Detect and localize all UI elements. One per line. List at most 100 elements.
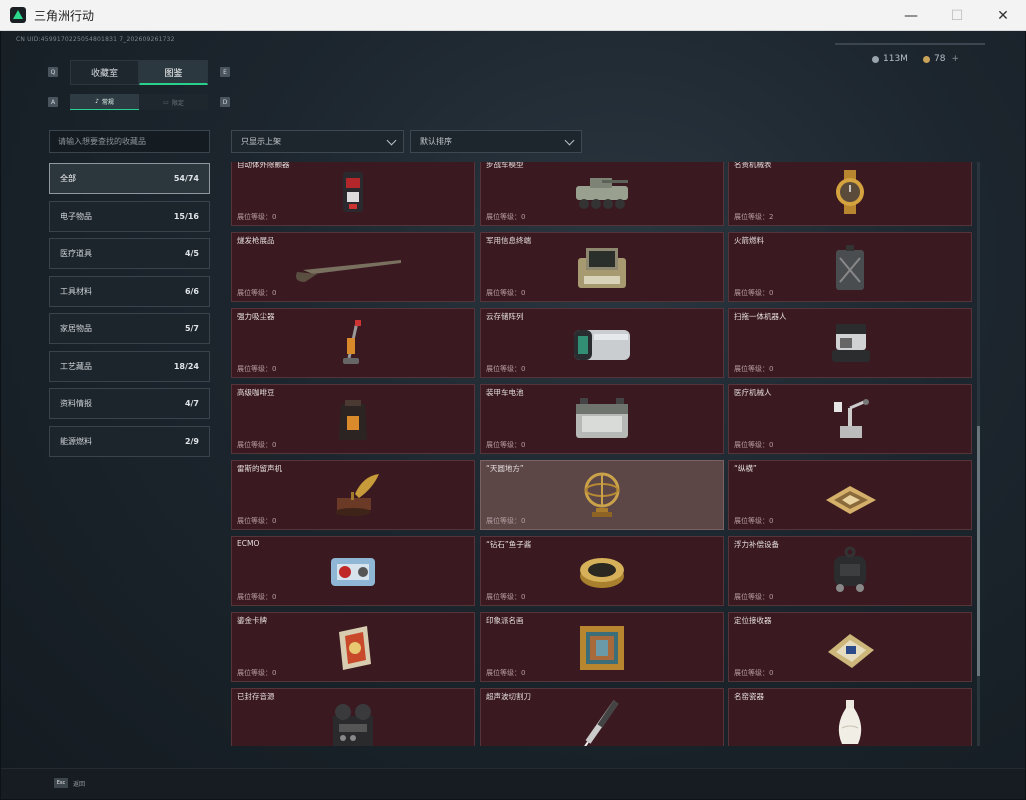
vase-icon [820, 698, 880, 746]
category-item[interactable]: 资料情报 4/7 [49, 388, 210, 419]
display-level-value: 0 [521, 593, 526, 601]
add-currency-button[interactable]: + [951, 54, 959, 64]
item-name: 雷斯的留声机 [237, 464, 282, 473]
scrollbar-thumb[interactable] [977, 426, 980, 676]
display-level: 展位等级：0 [237, 592, 276, 602]
collection-card[interactable]: 云存储阵列展位等级：0 [480, 308, 724, 378]
collection-card[interactable]: 鎏金卡牌 展位等级：0 [231, 612, 475, 682]
maximize-button[interactable]: ☐ [934, 0, 980, 31]
display-level-value: 0 [272, 517, 277, 525]
display-level-value: 0 [769, 593, 774, 601]
collection-card[interactable]: “天圆地方” 展位等级：0 [480, 460, 724, 530]
category-item[interactable]: 工具材料 6/6 [49, 276, 210, 307]
chevron-down-icon [386, 135, 397, 146]
display-level-value: 0 [521, 517, 526, 525]
tab-prev-key: Q [48, 67, 58, 77]
minimize-button[interactable]: — [888, 0, 934, 31]
shelf-filter-dropdown[interactable]: 只显示上架 [231, 130, 404, 153]
category-item[interactable]: 家居物品 5/7 [49, 313, 210, 344]
subtab-limited[interactable]: ▭ 限定 [139, 94, 208, 110]
collection-card[interactable]: 医疗机械人 展位等级：0 [728, 384, 972, 454]
app-logo-icon [10, 7, 26, 23]
currency-gold: 78 + [923, 54, 959, 64]
item-name: 高级咖啡豆 [237, 388, 275, 397]
collection-card[interactable]: 印象派名画 展位等级：0 [480, 612, 724, 682]
collection-card[interactable]: “纵横” 展位等级：0 [728, 460, 972, 530]
display-level: 展位等级：0 [486, 364, 525, 374]
sort-value: 默认排序 [420, 137, 452, 146]
collection-card[interactable]: 浮力补偿设备 展位等级：0 [728, 536, 972, 606]
coffee-bag-icon [323, 394, 383, 446]
display-level-value: 0 [272, 365, 277, 373]
collection-card[interactable]: 名窑瓷器 [728, 688, 972, 746]
display-level-prefix: 展位等级： [237, 669, 272, 677]
tab-collection-room[interactable]: 收藏室 [70, 60, 139, 85]
tape-recorder-icon [323, 698, 383, 746]
category-item[interactable]: 电子物品 15/16 [49, 201, 210, 232]
display-level-prefix: 展位等级： [486, 213, 521, 221]
currency-silver: 113M [872, 54, 908, 64]
collection-card[interactable]: 自动体外除颤器 展位等级：0 [231, 162, 475, 226]
display-level-value: 0 [521, 441, 526, 449]
esc-key[interactable]: Esc [54, 778, 68, 788]
display-level-value: 0 [521, 213, 526, 221]
sort-dropdown[interactable]: 默认排序 [410, 130, 582, 153]
category-item[interactable]: 医疗道具 4/5 [49, 238, 210, 269]
fuel-can-icon [820, 242, 880, 294]
category-item[interactable]: 全部 54/74 [49, 163, 210, 194]
tab-codex[interactable]: 图鉴 [139, 60, 208, 85]
display-level-prefix: 展位等级： [237, 593, 272, 601]
gold-coin-icon [923, 55, 930, 63]
category-count: 2/9 [184, 437, 199, 446]
item-name: “天圆地方” [486, 464, 524, 473]
collection-card[interactable]: 超声波切割刀 [480, 688, 724, 746]
robot-vacuum-icon [820, 318, 880, 370]
category-count: 15/16 [173, 212, 199, 221]
item-name: 强力吸尘器 [237, 312, 275, 321]
armored-vehicle-icon [572, 166, 632, 218]
display-level: 展位等级：0 [486, 212, 525, 222]
item-name: “纵横” [734, 464, 757, 473]
category-label: 全部 [60, 174, 76, 183]
chessboard-icon [820, 470, 880, 522]
collection-card[interactable]: 高级咖啡豆 展位等级：0 [231, 384, 475, 454]
item-name: 已封存音源 [237, 692, 275, 701]
collection-card[interactable]: 扫拖一体机器人 展位等级：0 [728, 308, 972, 378]
back-label[interactable]: 返回 [73, 779, 85, 788]
display-level-value: 0 [769, 441, 774, 449]
musket-icon [296, 242, 401, 294]
subtab-regular[interactable]: ♪ 常规 [70, 94, 139, 110]
collection-card[interactable]: 火箭燃料 展位等级：0 [728, 232, 972, 302]
defibrillator-icon [323, 166, 383, 218]
category-item[interactable]: 能源燃料 2/9 [49, 426, 210, 457]
collection-card[interactable]: 装甲车电池 展位等级：0 [480, 384, 724, 454]
collection-card[interactable]: 燧发枪展品 展位等级：0 [231, 232, 475, 302]
display-level: 展位等级：0 [734, 364, 773, 374]
collection-card[interactable]: 定位接收器 展位等级：0 [728, 612, 972, 682]
item-name: 云存储阵列 [486, 312, 524, 321]
display-level-prefix: 展位等级： [734, 517, 769, 525]
collection-card[interactable]: ECMO 展位等级：0 [231, 536, 475, 606]
search-input[interactable]: 请输入想要查找的收藏品 [49, 130, 210, 153]
display-level: 展位等级：0 [237, 212, 276, 222]
collection-card[interactable]: 强力吸尘器展位等级：0 [231, 308, 475, 378]
cutter-icon [572, 698, 632, 746]
currency-silver-value: 113M [883, 54, 908, 64]
collection-card[interactable]: 雷斯的留声机 展位等级：0 [231, 460, 475, 530]
display-level: 展位等级：0 [237, 364, 276, 374]
category-item[interactable]: 工艺藏品 18/24 [49, 351, 210, 382]
item-name: 印象派名画 [486, 616, 524, 625]
display-level-prefix: 展位等级： [734, 365, 769, 373]
item-name: 军用信息终端 [486, 236, 531, 245]
item-name: 鎏金卡牌 [237, 616, 267, 625]
close-button[interactable]: ✕ [980, 0, 1026, 31]
collection-card[interactable]: 名贵机械表 展位等级：2 [728, 162, 972, 226]
collection-card[interactable]: “钻石”鱼子酱 展位等级：0 [480, 536, 724, 606]
collection-card[interactable]: 军用信息终端 展位等级：0 [480, 232, 724, 302]
display-level-prefix: 展位等级： [237, 441, 272, 449]
collection-card[interactable]: 步战车模型 展位等级：0 [480, 162, 724, 226]
display-level: 展位等级：0 [734, 440, 773, 450]
collection-card[interactable]: 已封存音源 [231, 688, 475, 746]
silver-coin-icon [872, 55, 879, 63]
item-name: 扫拖一体机器人 [734, 312, 787, 321]
